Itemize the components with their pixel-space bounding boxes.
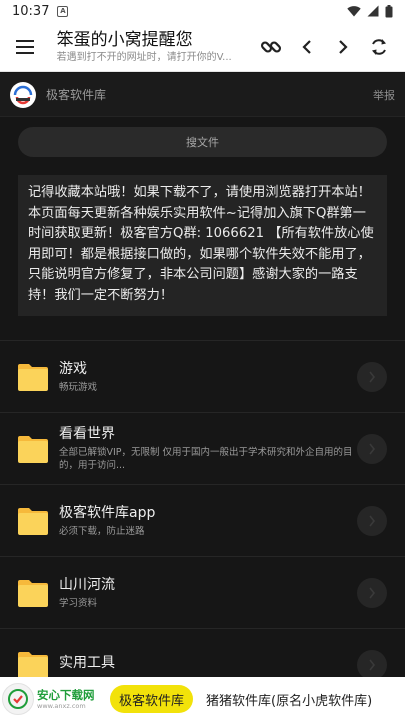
site-logo-icon [13,85,33,104]
list-item-games[interactable]: 游戏 畅玩游戏 [0,340,405,412]
brand-text: 安心下载网 www.anxz.com [37,688,95,710]
list-item-text: 山川河流 学习资料 [59,576,353,610]
list-item-title: 游戏 [59,360,87,377]
chevron-right-icon [369,515,376,526]
battery-icon [385,4,393,17]
site-logo [10,81,36,108]
notification-icon: A [57,5,69,17]
list-item-text: 极客软件库app 必须下载，防止迷路 [59,504,353,538]
list-item-text: 实用工具 [59,654,353,675]
list-item-title: 实用工具 [59,655,115,671]
status-icons [347,4,393,18]
status-time: 10:37 [12,3,50,19]
refresh-button[interactable] [361,29,397,65]
list-item-study[interactable]: 山川河流 学习资料 [0,556,405,628]
toolbar-actions [253,29,405,65]
report-link[interactable]: 举报 [373,87,395,103]
folder-icon [18,435,48,463]
brand-logo-icon [8,689,28,709]
wifi-icon [347,6,361,17]
refresh-icon [372,38,386,55]
folder-icon [18,651,48,679]
menu-icon [15,39,34,54]
signal-icon [367,5,379,17]
list-item-world[interactable]: 看看世界 全部已解锁VIP，无限制 仅用于国内一般出于学术研究和外企自用的目的，… [0,412,405,484]
folder-icon [18,579,48,607]
list-item-title: 山川河流 [59,576,115,593]
category-list: 游戏 畅玩游戏 看看世界 全部已解锁VIP，无限制 仅用于国内一般出于学术研究和… [0,340,405,700]
open-arrow-button[interactable] [357,505,387,536]
page-subtitle: 若遇到打不开的网址时，请打开你的V... [56,51,232,63]
site-header: 极客软件库 举报 [0,73,405,117]
back-icon [302,39,311,54]
forward-button[interactable] [325,29,361,65]
forward-icon [339,39,348,54]
chevron-right-icon [369,371,376,382]
bottom-banner: 安心下载网 www.anxz.com 极客软件库 猪猪软件库(原名小虎软件库) [0,677,405,721]
link-icon [260,40,282,53]
list-item-title: 极客软件库app [59,504,156,521]
app-toolbar: 笨蛋的小窝提醒您 若遇到打不开的网址时，请打开你的V... [0,22,405,72]
list-item-text: 看看世界 全部已解锁VIP，无限制 仅用于国内一般出于学术研究和外企自用的目的，… [59,425,353,472]
folder-icon [18,363,48,391]
open-arrow-button[interactable] [357,649,387,680]
title-block: 笨蛋的小窝提醒您 若遇到打不开的网址时，请打开你的V... [57,29,253,65]
open-arrow-button[interactable] [357,433,387,464]
folder-icon [18,507,48,535]
status-bar: 10:37 A [0,0,405,22]
open-arrow-button[interactable] [357,361,387,392]
chevron-right-icon [369,443,376,454]
notice-text: 记得收藏本站哦！如果下载不了，请使用浏览器打开本站！本页面每天更新各种娱乐实用软… [18,175,387,316]
brand-name: 安心下载网 [37,688,95,702]
site-name: 极客软件库 [46,88,107,102]
brand-logo [2,683,34,715]
list-item-app[interactable]: 极客软件库app 必须下载，防止迷路 [0,484,405,556]
brand-watermark: 安心下载网 www.anxz.com [2,683,106,715]
open-arrow-button[interactable] [357,577,387,608]
chevron-right-icon [369,587,376,598]
list-item-desc: 必须下载，防止迷路 [59,525,145,537]
tab-pig-library[interactable]: 猪猪软件库(原名小虎软件库) [206,690,372,709]
tab-geek-library[interactable]: 极客软件库 [110,685,194,713]
back-button[interactable] [289,29,325,65]
menu-button[interactable] [0,22,50,72]
list-item-desc: 畅玩游戏 [59,381,98,393]
list-item-desc: 全部已解锁VIP，无限制 仅用于国内一般出于学术研究和外企自用的目的，用于访问.… [59,447,353,471]
list-item-desc: 学习资料 [59,597,98,609]
list-item-text: 游戏 畅玩游戏 [59,360,353,394]
brand-url: www.anxz.com [37,702,86,710]
list-item-title: 看看世界 [59,426,115,442]
page-title: 笨蛋的小窝提醒您 [56,29,193,50]
copy-link-button[interactable] [253,29,289,65]
search-files-button[interactable]: 搜文件 [18,127,387,157]
chevron-right-icon [369,659,376,670]
